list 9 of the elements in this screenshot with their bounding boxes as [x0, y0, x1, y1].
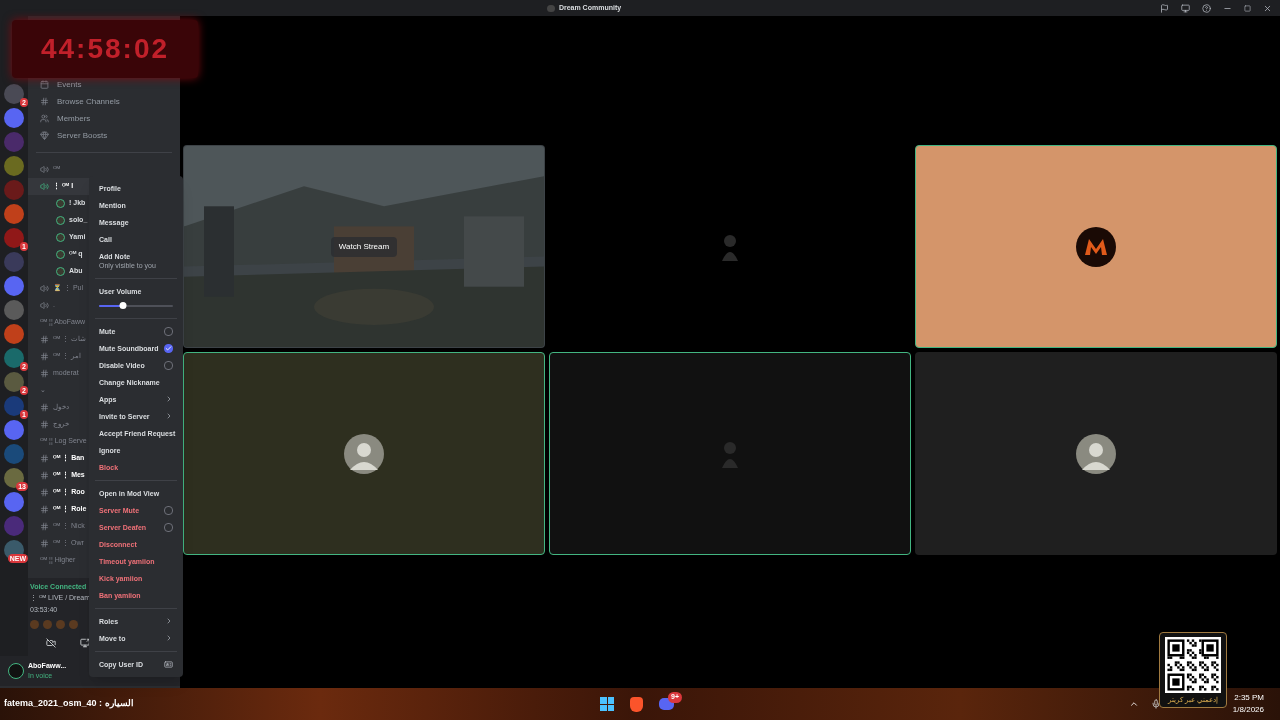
sidebar-item[interactable]: Browse Channels [57, 95, 120, 108]
video-tile[interactable]: Watch Stream [183, 145, 545, 348]
countdown-timer: 44:58:02 [12, 20, 198, 78]
sidebar-item[interactable]: Events [57, 78, 82, 91]
sidebar-item[interactable]: Server Boosts [57, 129, 108, 142]
clock-date[interactable]: 1/8/2026 [1232, 704, 1264, 716]
sidebar-item[interactable]: Members [57, 112, 91, 125]
stream-chat-message: fatema_2021_osm_40 : السياره [4, 697, 134, 711]
clock-time[interactable]: 2:35 PM [1234, 692, 1264, 704]
